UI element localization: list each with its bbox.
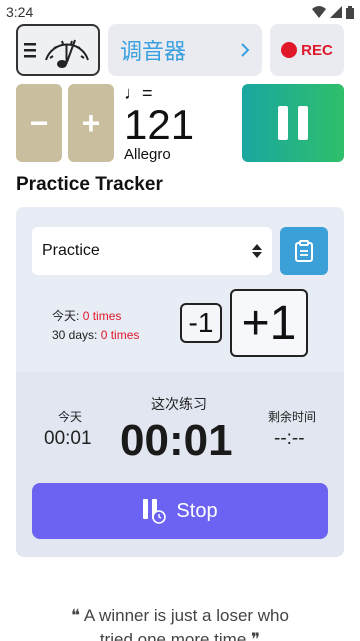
session-timer-label: 这次练习 — [151, 396, 207, 412]
quote-line-1: ❝ A winner is just a loser who — [71, 606, 289, 625]
wifi-icon — [312, 6, 326, 18]
tuner-label: 调音器 — [120, 40, 187, 65]
quarter-note-icon: ♩= — [124, 83, 153, 103]
remaining-timer-value: --:-- — [274, 428, 305, 449]
bpm-value: 121 — [124, 101, 195, 148]
clipboard-icon — [295, 240, 313, 262]
tempo-name: Allegro — [124, 146, 171, 163]
menu-button[interactable] — [16, 24, 100, 76]
signal-icon — [330, 6, 342, 18]
record-label: REC — [301, 41, 333, 59]
increment-count-button[interactable]: +1 — [230, 289, 308, 357]
tempo-decrease-button[interactable]: − — [16, 84, 62, 162]
dropdown-arrows-icon — [252, 244, 262, 258]
motivational-quote: ❝ A winner is just a loser who tried one… — [0, 604, 360, 641]
status-icons — [312, 5, 354, 19]
tuner-button[interactable]: 调音器 — [108, 24, 262, 76]
days-count-value: 0 times — [100, 328, 140, 342]
pause-button[interactable] — [242, 84, 344, 162]
chevron-right-icon — [241, 43, 250, 57]
decrement-count-button[interactable]: -1 — [180, 303, 222, 343]
practice-tracker-panel: Practice 今天: 0 times 30 days: 0 times -1… — [16, 207, 344, 557]
record-dot-icon — [281, 42, 298, 58]
today-timer-value: 00:01 — [44, 428, 92, 449]
today-count-value: 0 times — [82, 309, 122, 323]
battery-icon — [346, 5, 354, 19]
status-time: 3:24 — [6, 4, 34, 20]
tracker-counter-area: Practice 今天: 0 times 30 days: 0 times -1… — [16, 207, 344, 372]
today-count-label: 今天: — [52, 309, 80, 323]
stop-button[interactable]: Stop — [32, 483, 328, 539]
practice-select[interactable]: Practice — [32, 227, 272, 275]
pause-timer-icon — [143, 499, 167, 524]
remaining-timer-label: 剩余时间 — [268, 410, 317, 424]
stop-label: Stop — [176, 499, 218, 522]
tempo-display[interactable]: ♩= 121 Allegro — [124, 84, 194, 163]
practice-select-value: Practice — [42, 242, 100, 259]
today-timer-label: 今天 — [58, 410, 83, 424]
record-button[interactable]: REC — [270, 24, 344, 76]
tempo-increase-button[interactable]: + — [68, 84, 114, 162]
hamburger-icon — [24, 43, 36, 58]
session-timer-value: 00:01 — [120, 416, 233, 465]
pause-icon — [278, 106, 288, 140]
section-title: Practice Tracker — [16, 174, 163, 195]
status-bar: 3:24 — [0, 0, 360, 24]
days-count-label: 30 days: — [52, 328, 98, 342]
quote-line-2: tried one more time ❞ — [99, 630, 261, 641]
metronome-dial-icon — [45, 39, 89, 68]
clipboard-button[interactable] — [280, 227, 328, 275]
practice-counts: 今天: 0 times 30 days: 0 times — [52, 307, 139, 345]
